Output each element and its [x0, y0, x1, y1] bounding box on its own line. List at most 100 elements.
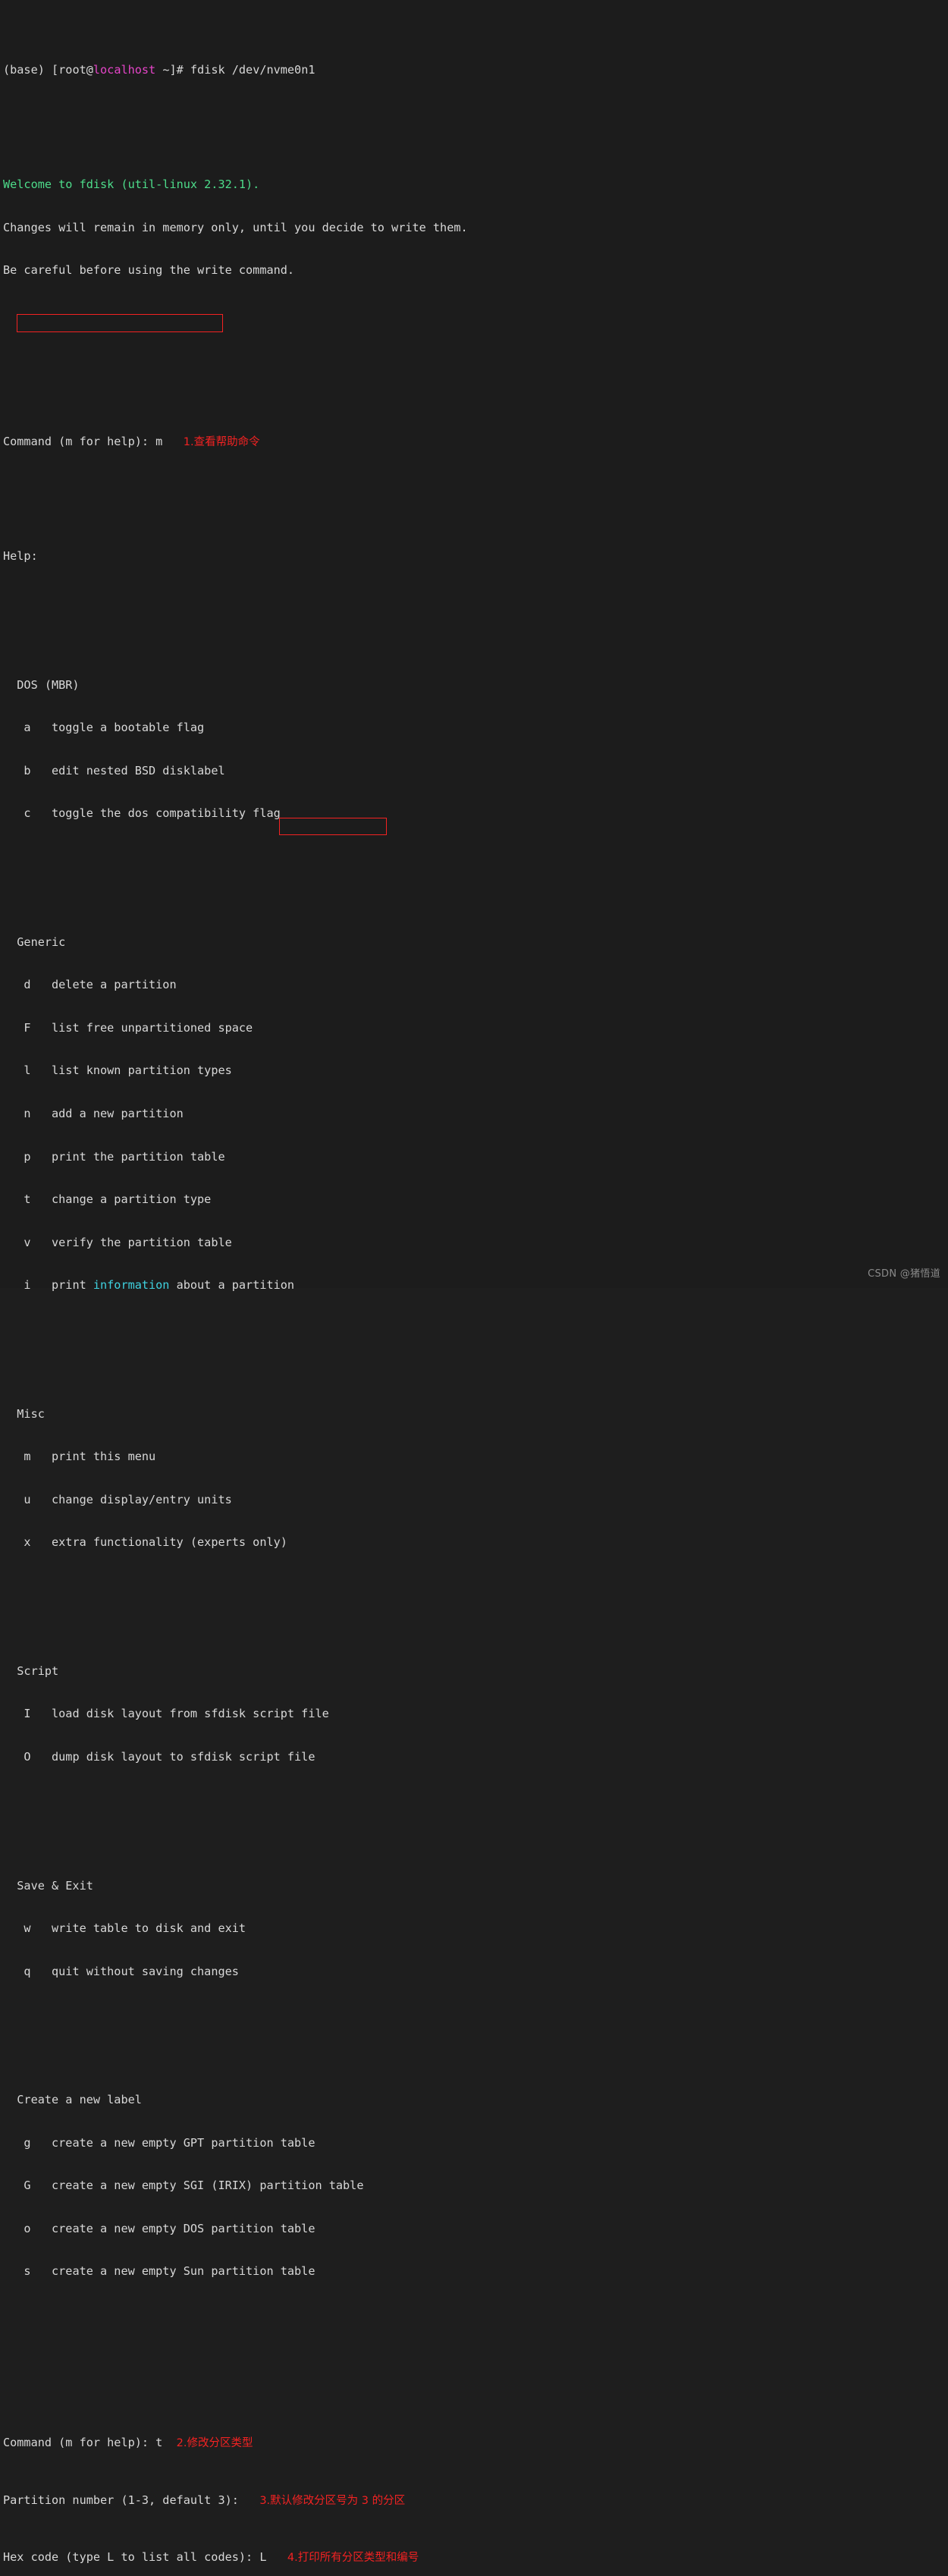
- help-section-title-text: DOS (MBR): [3, 677, 80, 692]
- help-section-title-misc: Misc: [3, 1407, 948, 1422]
- prompt-hostname: localhost: [93, 63, 156, 77]
- help-key-b: b: [3, 763, 31, 778]
- help-entry-q: q quit without saving changes: [3, 1965, 948, 1979]
- help-key-u: u: [3, 1492, 31, 1506]
- help-key-l: l: [3, 1063, 31, 1078]
- help-key-x: x: [3, 1535, 31, 1550]
- help-entry-a: a toggle a bootable flag: [3, 721, 948, 735]
- command-line-m: Command (m for help): m 1.查看帮助命令: [3, 435, 948, 449]
- help-desc-v: verify the partition table: [30, 1235, 232, 1249]
- welcome-line: Welcome to fdisk (util-linux 2.32.1).: [3, 177, 948, 192]
- annotation-3: 3.默认修改分区号为 3 的分区: [259, 2494, 406, 2507]
- help-key-n: n: [3, 1106, 31, 1120]
- help-desc-q: quit without saving changes: [30, 1964, 239, 1978]
- help-section-title-text: Save & Exit: [3, 1878, 93, 1893]
- help-entry-o: o create a new empty DOS partition table: [3, 2222, 948, 2236]
- welcome-note-2: Be careful before using the write comman…: [3, 263, 948, 278]
- partition-number-line: Partition number (1-3, default 3): 3.默认修…: [3, 2493, 948, 2508]
- help-desc-d: delete a partition: [30, 978, 177, 992]
- help-desc-u: change display/entry units: [30, 1492, 232, 1506]
- help-desc-s: create a new empty Sun partition table: [30, 2264, 315, 2279]
- help-entry-w: w write table to disk and exit: [3, 1921, 948, 1936]
- help-desc-G: create a new empty SGI (IRIX) partition …: [30, 2179, 364, 2193]
- help-entry-n: n add a new partition: [3, 1107, 948, 1121]
- help-entry-l: l list known partition types: [3, 1063, 948, 1078]
- help-entry-p: p print the partition table: [3, 1150, 948, 1164]
- help-section-title-text: Script: [3, 1663, 59, 1678]
- help-key-q: q: [3, 1964, 31, 1978]
- help-desc-O: dump disk layout to sfdisk script file: [30, 1749, 315, 1764]
- annotation-1: 1.查看帮助命令: [183, 436, 260, 449]
- command-input-m: m: [155, 435, 163, 449]
- command-line-t: Command (m for help): t 2.修改分区类型: [3, 2436, 948, 2450]
- help-desc-F: list free unpartitioned space: [30, 1020, 253, 1035]
- help-key-F: F: [3, 1020, 31, 1035]
- help-key-I: I: [3, 1707, 31, 1721]
- help-desc-l: list known partition types: [30, 1063, 232, 1078]
- command-prompt-label: Command (m for help):: [3, 435, 156, 449]
- help-desc-I: load disk layout from sfdisk script file: [30, 1707, 329, 1721]
- hex-code-input-L: L: [259, 2550, 267, 2565]
- annotation-4: 4.打印所有分区类型和编号: [287, 2552, 419, 2565]
- help-desc-o: create a new empty DOS partition table: [30, 2221, 315, 2235]
- help-section-title-save-exit: Save & Exit: [3, 1879, 948, 1893]
- help-key-s: s: [3, 2264, 31, 2279]
- help-desc-x: extra functionality (experts only): [30, 1535, 287, 1550]
- help-key-O: O: [3, 1749, 31, 1764]
- help-key-g: g: [3, 2135, 31, 2150]
- help-key-p: p: [3, 1149, 31, 1164]
- prompt-bracket-open: [root@: [52, 63, 93, 77]
- help-entry-I: I load disk layout from sfdisk script fi…: [3, 1707, 948, 1721]
- welcome-text: Welcome to fdisk (util-linux 2.32.1).: [3, 177, 260, 192]
- help-entry-g: g create a new empty GPT partition table: [3, 2136, 948, 2150]
- help-section-title-create-label: Create a new label: [3, 2093, 948, 2107]
- help-key-G: G: [3, 2179, 31, 2193]
- help-key-c: c: [3, 806, 31, 821]
- help-desc-i-highlight: information: [93, 1278, 170, 1293]
- help-header-text: Help:: [3, 549, 38, 564]
- help-entry-u: u change display/entry units: [3, 1493, 948, 1507]
- command-input-t: t: [155, 2436, 163, 2450]
- help-desc-p: print the partition table: [30, 1149, 225, 1164]
- help-entry-i: i print information about a partition: [3, 1278, 948, 1293]
- help-key-o: o: [3, 2221, 31, 2235]
- help-entry-b: b edit nested BSD disklabel: [3, 764, 948, 778]
- terminal-window: (base) [root@localhost ~]# fdisk /dev/nv…: [0, 0, 948, 2564]
- welcome-note-2-text: Be careful before using the write comman…: [3, 263, 295, 278]
- help-key-t: t: [3, 1192, 31, 1207]
- help-section-title-text: Generic: [3, 935, 66, 949]
- help-desc-g: create a new empty GPT partition table: [30, 2135, 315, 2150]
- help-entry-m: m print this menu: [3, 1450, 948, 1464]
- help-key-w: w: [3, 1921, 31, 1936]
- hex-code-line-L: Hex code (type L to list all codes): L 4…: [3, 2550, 948, 2565]
- help-desc-m: print this menu: [30, 1450, 156, 1464]
- hex-code-prompt-L: Hex code (type L to list all codes):: [3, 2550, 260, 2565]
- help-section-title-dos: DOS (MBR): [3, 678, 948, 693]
- command-prompt-label: Command (m for help):: [3, 2436, 156, 2450]
- help-key-v: v: [3, 1235, 31, 1249]
- help-section-title-script: Script: [3, 1664, 948, 1679]
- help-entry-O: O dump disk layout to sfdisk script file: [3, 1750, 948, 1764]
- help-key-m: m: [3, 1450, 31, 1464]
- help-desc-w: write table to disk and exit: [30, 1921, 246, 1936]
- prompt-line-fdisk: (base) [root@localhost ~]# fdisk /dev/nv…: [3, 63, 948, 77]
- help-desc-i-part1: print: [30, 1278, 93, 1293]
- help-entry-d: d delete a partition: [3, 978, 948, 992]
- prompt-env: (base): [3, 63, 52, 77]
- help-section-title-text: Create a new label: [3, 2093, 142, 2107]
- help-entry-s: s create a new empty Sun partition table: [3, 2264, 948, 2279]
- help-desc-c: toggle the dos compatibility flag: [30, 806, 281, 821]
- partition-number-prompt: Partition number (1-3, default 3):: [3, 2493, 246, 2507]
